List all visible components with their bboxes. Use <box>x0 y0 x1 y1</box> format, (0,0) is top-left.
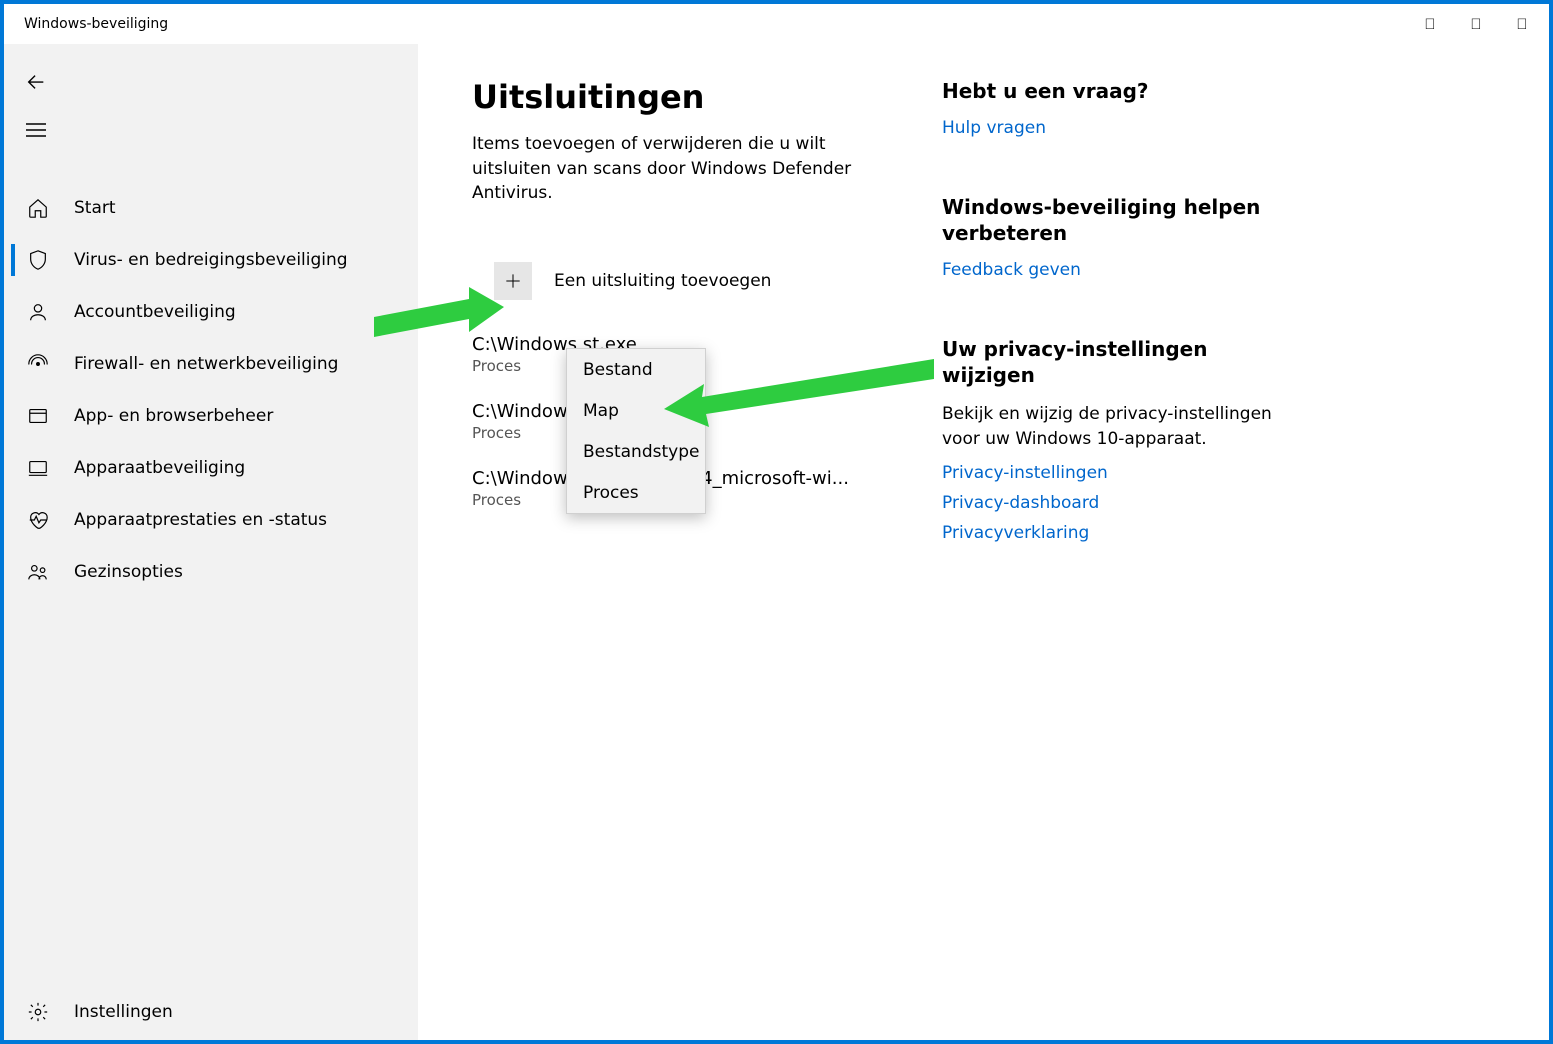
nav-item-family[interactable]: Gezinsopties <box>4 546 418 598</box>
hamburger-button[interactable] <box>12 106 60 154</box>
plus-icon <box>503 271 523 291</box>
help-link[interactable]: Hulp vragen <box>942 118 1282 138</box>
gear-icon <box>26 1000 50 1024</box>
back-arrow-icon <box>25 71 47 93</box>
nav-label: Firewall- en netwerkbeveiliging <box>74 354 338 374</box>
nav-item-device-performance[interactable]: Apparaatprestaties en -status <box>4 494 418 546</box>
browser-icon <box>26 404 50 428</box>
popup-option-process[interactable]: Proces <box>567 472 705 513</box>
nav-label: Virus- en bedreigingsbeveiliging <box>74 250 348 270</box>
add-exclusion-label: Een uitsluiting toevoegen <box>554 271 771 291</box>
nav-item-virus[interactable]: Virus- en bedreigingsbeveiliging <box>4 234 418 286</box>
popup-option-filetype[interactable]: Bestandstype <box>567 431 705 472</box>
shield-icon <box>26 248 50 272</box>
annotation-arrow-left <box>374 282 504 366</box>
nav-label: Accountbeveiliging <box>74 302 236 322</box>
aside-help-title: Hebt u een vraag? <box>942 78 1282 104</box>
page-description: Items toevoegen of verwijderen die u wil… <box>472 132 892 206</box>
sidebar: Start Virus- en bedreigingsbeveiliging A… <box>4 44 418 1040</box>
add-exclusion-row[interactable]: Een uitsluiting toevoegen <box>494 262 892 300</box>
page-title: Uitsluitingen <box>472 78 892 116</box>
family-icon <box>26 560 50 584</box>
nav-label: Apparaatbeveiliging <box>74 458 245 478</box>
account-icon <box>26 300 50 324</box>
nav-list: Start Virus- en bedreigingsbeveiliging A… <box>4 182 418 984</box>
nav-label: Gezinsopties <box>74 562 183 582</box>
nav-item-device-security[interactable]: Apparaatbeveiliging <box>4 442 418 494</box>
window-title: Windows-beveiliging <box>24 16 168 32</box>
nav-label: Start <box>74 198 116 218</box>
maximize-button[interactable]:  <box>1453 8 1499 40</box>
nav-item-settings[interactable]: Instellingen <box>4 984 418 1040</box>
aside-privacy-title: Uw privacy-instellingen wijzigen <box>942 336 1282 388</box>
aside-panel: Hebt u een vraag? Hulp vragen Windows-be… <box>942 78 1282 1040</box>
nav-label: Apparaatprestaties en -status <box>74 510 327 530</box>
feedback-link[interactable]: Feedback geven <box>942 260 1282 280</box>
privacy-dashboard-link[interactable]: Privacy-dashboard <box>942 493 1282 513</box>
close-button[interactable]:  <box>1499 8 1545 40</box>
nav-item-account[interactable]: Accountbeveiliging <box>4 286 418 338</box>
hamburger-icon <box>26 123 46 137</box>
settings-label: Instellingen <box>74 1002 173 1022</box>
nav-item-firewall[interactable]: Firewall- en netwerkbeveiliging <box>4 338 418 390</box>
firewall-icon <box>26 352 50 376</box>
aside-privacy-text: Bekijk en wijzig de privacy-instellingen… <box>942 402 1282 451</box>
annotation-arrow-right <box>664 359 934 433</box>
privacy-settings-link[interactable]: Privacy-instellingen <box>942 463 1282 483</box>
privacy-statement-link[interactable]: Privacyverklaring <box>942 523 1282 543</box>
aside-improve-title: Windows-beveiliging helpen verbeteren <box>942 194 1282 246</box>
home-icon <box>26 196 50 220</box>
back-button[interactable] <box>12 58 60 106</box>
heart-icon <box>26 508 50 532</box>
device-icon <box>26 456 50 480</box>
nav-label: App- en browserbeheer <box>74 406 273 426</box>
main-content: Uitsluitingen Items toevoegen of verwijd… <box>472 78 892 1040</box>
minimize-button[interactable]:  <box>1407 8 1453 40</box>
nav-item-start[interactable]: Start <box>4 182 418 234</box>
title-bar: Windows-beveiliging <box>4 4 1549 44</box>
nav-item-app-browser[interactable]: App- en browserbeheer <box>4 390 418 442</box>
